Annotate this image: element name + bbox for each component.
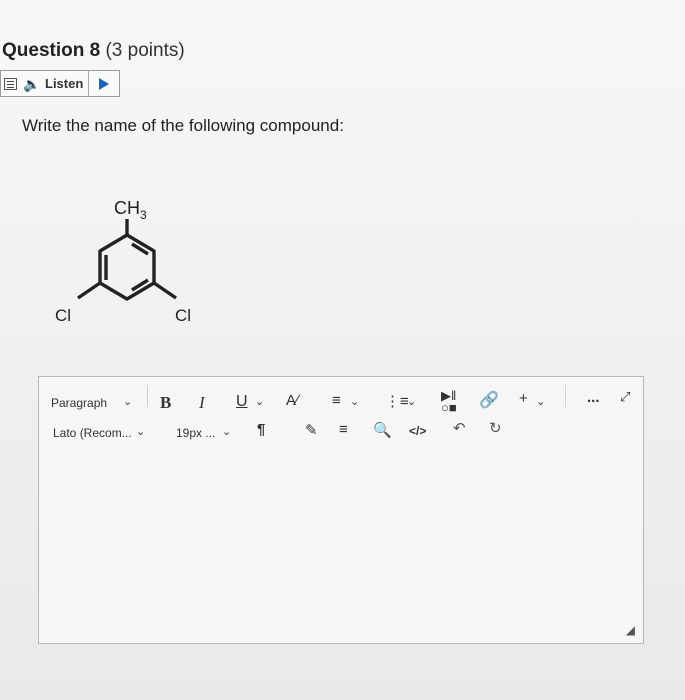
chevron-down-icon[interactable]: ⌄ (350, 395, 359, 408)
left-cl-label: Cl (55, 306, 71, 325)
chevron-down-icon[interactable]: ⌄ (536, 395, 545, 408)
underline-button[interactable]: U (236, 393, 248, 411)
listen-divider (88, 71, 89, 96)
align-left-icon[interactable]: ≡ (332, 392, 341, 409)
line-spacing-icon[interactable]: ≡ (339, 421, 348, 438)
left-cl-bond (77, 281, 101, 300)
chevron-down-icon[interactable]: ⌄ (255, 395, 264, 408)
editor-content-area[interactable] (39, 439, 643, 643)
chevron-down-icon[interactable]: ⌄ (136, 425, 145, 438)
toolbar-divider (565, 385, 566, 407)
chevron-down-icon[interactable]: ⌄ (407, 395, 416, 408)
right-cl-label: Cl (175, 306, 191, 325)
media-icon[interactable]: ▶‖ ○■ (441, 389, 457, 414)
play-icon[interactable] (99, 78, 109, 90)
italic-button[interactable]: I (199, 393, 205, 413)
question-number: Question 8 (2, 40, 101, 61)
paragraph-select[interactable]: Paragraph (51, 396, 107, 410)
font-size-select[interactable]: 19px ... (176, 426, 215, 440)
toolbar-divider (147, 385, 148, 407)
methyl-label: CH3 (114, 198, 147, 222)
undo-icon[interactable]: ↶ (453, 419, 466, 437)
right-cl-bond (153, 281, 177, 300)
menu-icon[interactable] (4, 78, 17, 90)
molecule-image: CH3 Cl Cl (55, 198, 191, 325)
bold-button[interactable]: B (160, 393, 171, 413)
redo-icon[interactable]: ↻ (489, 419, 502, 437)
insert-button[interactable]: + (519, 390, 528, 407)
resize-handle-icon[interactable]: ◢ (626, 623, 635, 637)
link-icon[interactable]: 🔗 (479, 390, 499, 410)
listen-label[interactable]: Listen (45, 76, 83, 91)
highlighter-icon[interactable]: ✎ (305, 421, 318, 439)
benzene-ring (98, 233, 156, 301)
more-options-button[interactable]: ... (587, 389, 600, 406)
code-view-icon[interactable]: </> (409, 424, 426, 438)
question-prompt: Write the name of the following compound… (22, 116, 344, 135)
text-color-icon[interactable]: A∕ (286, 392, 299, 409)
chevron-down-icon[interactable]: ⌄ (222, 425, 231, 438)
question-title: Question 8 (3 points) (2, 40, 185, 62)
font-family-select[interactable]: Lato (Recom... (53, 426, 132, 440)
rich-text-editor[interactable]: Paragraph ⌄ B I U ⌄ A∕ ≡ ⌄ ⋮≡ ⌄ ▶‖ ○■ 🔗 +… (38, 376, 644, 644)
speaker-icon: 🔈 (23, 76, 41, 92)
listen-widget[interactable]: 🔈 Listen (0, 70, 120, 97)
format-painter-icon[interactable]: ¶ (257, 421, 265, 438)
molecule-structure: CH3 Cl Cl (40, 185, 230, 335)
find-replace-icon[interactable]: 🔍 (373, 421, 392, 439)
fullscreen-icon[interactable]: ⤢ (620, 389, 630, 405)
list-icon[interactable]: ⋮≡ (385, 392, 409, 410)
chevron-down-icon[interactable]: ⌄ (123, 395, 132, 408)
question-points: (3 points) (105, 40, 185, 61)
